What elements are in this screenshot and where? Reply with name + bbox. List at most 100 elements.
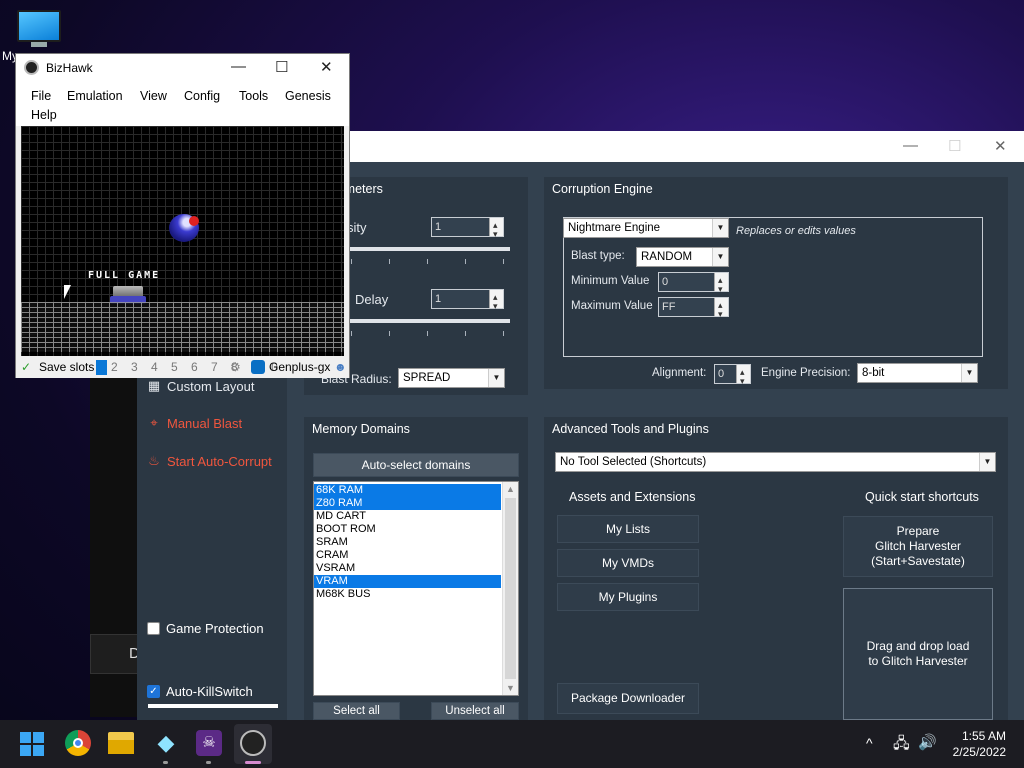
precision-select[interactable]: 8-bit ▼ [857, 363, 978, 383]
background-window: D [90, 372, 168, 717]
menu-config[interactable]: Config [184, 89, 220, 103]
monitor-stand [31, 42, 47, 47]
my-plugins-button[interactable]: My Plugins [557, 583, 699, 611]
tool-select[interactable]: No Tool Selected (Shortcuts) ▼ [555, 452, 996, 472]
chevron-down-icon: ▼ [979, 453, 995, 471]
killswitch-bar [148, 704, 278, 708]
clock-time: 1:55 AM [961, 729, 1006, 743]
clock-date: 2/25/2022 [952, 745, 1006, 759]
game-protection-checkbox[interactable] [147, 622, 160, 635]
diamond-app-icon[interactable]: ◆ [153, 730, 179, 756]
max-value-spinner[interactable]: FF [658, 296, 729, 323]
game-protection-toggle[interactable]: Game Protection [147, 621, 264, 636]
intensity-spinner[interactable]: 1 [431, 216, 504, 243]
demon-app-icon[interactable]: ☠ [196, 730, 222, 756]
file-explorer-icon[interactable] [108, 732, 134, 754]
assets-title: Assets and Extensions [569, 490, 696, 504]
select-all-button[interactable]: Select all [313, 702, 400, 720]
blast-type-select[interactable]: RANDOM ▼ [636, 247, 729, 267]
min-value-spinner[interactable]: 0 [658, 271, 729, 298]
volume-icon[interactable]: 🔊 [918, 733, 937, 751]
domain-list-item[interactable]: 68K RAM [314, 484, 501, 497]
min-value-spin-buttons[interactable] [714, 271, 728, 298]
prepare-line-1: Prepare [896, 524, 940, 538]
sidebar-item-manual-blast[interactable]: ⌖ Manual Blast [147, 415, 242, 431]
minimize-icon[interactable]: — [231, 58, 246, 75]
close-icon[interactable]: ✕ [320, 58, 333, 76]
prepare-glitch-harvester-button[interactable]: Prepare Glitch Harvester (Start+Savestat… [843, 516, 993, 577]
domain-list-item[interactable]: BOOT ROM [314, 523, 501, 536]
close-icon[interactable]: ✕ [994, 137, 1007, 155]
intensity-slider[interactable] [344, 247, 510, 251]
controller-icon[interactable]: ⚙ [230, 360, 241, 374]
save-slots-label[interactable]: Save slots [39, 360, 94, 374]
domain-list-item[interactable]: Z80 RAM [314, 497, 501, 510]
prepare-line-3: (Start+Savestate) [871, 554, 965, 568]
auto-select-domains-button[interactable]: Auto-select domains [313, 453, 519, 477]
domain-list-item[interactable]: MD CART [314, 510, 501, 523]
sidebar-item-custom-layout[interactable]: ▦ Custom Layout [147, 378, 255, 394]
my-lists-button[interactable]: My Lists [557, 515, 699, 543]
alignment-spin-buttons[interactable] [736, 363, 750, 390]
taskbar: ◆ ☠ ^ 🖧 🔊 1:55 AM 2/25/2022 [0, 720, 1024, 768]
domain-list-item[interactable]: VSRAM [314, 562, 501, 575]
minimize-icon[interactable]: — [903, 137, 918, 154]
maximize-icon[interactable]: ☐ [275, 58, 288, 76]
chevron-down-icon: ▼ [712, 219, 728, 237]
menu-tools[interactable]: Tools [239, 89, 268, 103]
domain-list-item[interactable]: M68K BUS [314, 588, 501, 601]
sprite-device [110, 286, 146, 304]
auto-killswitch-toggle[interactable]: ✓ Auto-KillSwitch [147, 684, 253, 699]
domain-list-item[interactable]: VRAM [314, 575, 501, 588]
chrome-icon[interactable] [65, 730, 91, 756]
alignment-spinner[interactable]: 0 [714, 363, 751, 390]
package-downloader-button[interactable]: Package Downloader [557, 683, 699, 714]
network-icon[interactable]: 🖧 [893, 733, 910, 758]
delay-spin-buttons[interactable] [489, 288, 503, 315]
user-icon[interactable]: ☻ [334, 360, 347, 374]
mouse-cursor-icon [64, 285, 71, 299]
maximize-icon[interactable]: ☐ [948, 137, 961, 155]
taskbar-clock[interactable]: 1:55 AM 2/25/2022 [953, 728, 1006, 760]
windows-start-icon[interactable] [20, 732, 44, 756]
alignment-value: 0 [718, 368, 725, 380]
advanced-tools-panel: Advanced Tools and Plugins No Tool Selec… [544, 417, 1008, 720]
taskbar-active-app[interactable] [234, 724, 272, 764]
menu-view[interactable]: View [140, 89, 167, 103]
engine-select[interactable]: Nightmare Engine ▼ [563, 218, 729, 238]
emulator-screen[interactable]: FULL GAME [21, 126, 344, 356]
grid-icon: ▦ [147, 378, 161, 393]
save-slot-selected[interactable] [96, 360, 107, 375]
menu-help[interactable]: Help [31, 108, 57, 122]
delay-spinner[interactable]: 1 [431, 288, 504, 315]
menu-genesis[interactable]: Genesis [285, 89, 331, 103]
blast-radius-value: SPREAD [403, 372, 451, 384]
corruption-engine-panel: Corruption Engine Nightmare Engine ▼ Rep… [544, 177, 1008, 390]
drag-drop-glitch-harvester[interactable]: Drag and drop load to Glitch Harvester [843, 588, 993, 720]
max-value-spin-buttons[interactable] [714, 296, 728, 323]
bizhawk-title: BizHawk [46, 61, 93, 75]
sidebar-item-auto-corrupt[interactable]: ♨ Start Auto-Corrupt [147, 453, 272, 469]
domains-scrollbar[interactable]: ▲ ▼ [502, 482, 518, 695]
core-label: Genplus-gx [269, 360, 331, 374]
prepare-line-2: Glitch Harvester [874, 539, 962, 553]
menu-file[interactable]: File [31, 89, 51, 103]
scroll-thumb[interactable] [505, 498, 516, 679]
scroll-up-icon[interactable]: ▲ [506, 484, 515, 494]
intensity-spin-buttons[interactable] [489, 216, 503, 243]
my-vmds-button[interactable]: My VMDs [557, 549, 699, 577]
engine-options-box [563, 217, 983, 357]
auto-killswitch-checkbox[interactable]: ✓ [147, 685, 160, 698]
drag-line-1: Drag and drop load [866, 639, 970, 653]
scroll-down-icon[interactable]: ▼ [506, 683, 515, 693]
domain-list-item[interactable]: CRAM [314, 549, 501, 562]
tray-chevron-icon[interactable]: ^ [866, 735, 873, 751]
engine-description: Replaces or edits values [736, 225, 856, 237]
domain-list-item[interactable]: SRAM [314, 536, 501, 549]
blast-radius-select[interactable]: SPREAD ▼ [398, 368, 505, 388]
delay-slider[interactable] [344, 319, 510, 323]
menu-emulation[interactable]: Emulation [67, 89, 123, 103]
unselect-all-button[interactable]: Unselect all [431, 702, 519, 720]
memory-domains-list[interactable]: 68K RAM Z80 RAM MD CART BOOT ROM SRAM CRAM VSR… [313, 481, 519, 696]
running-indicator [163, 761, 168, 764]
